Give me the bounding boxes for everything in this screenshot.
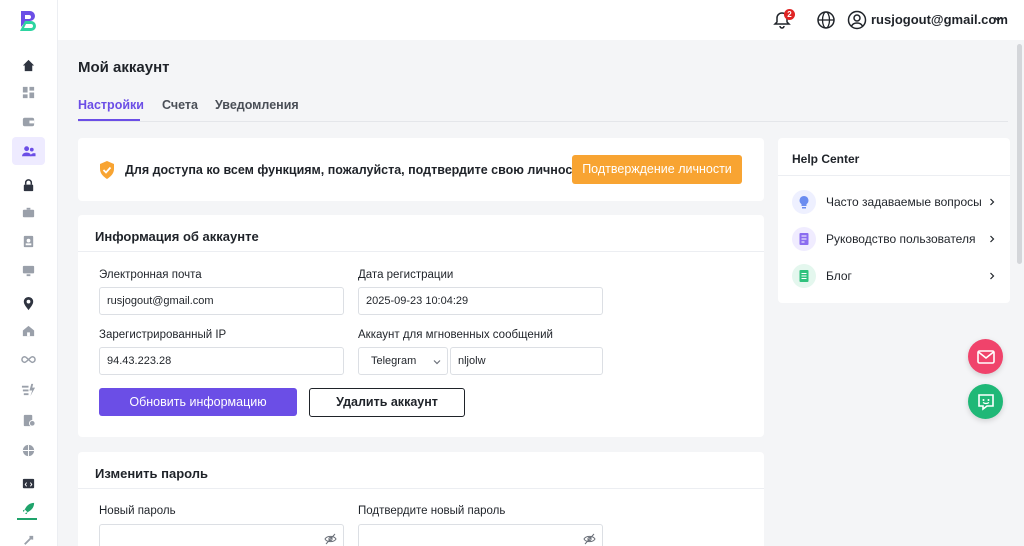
sidebar [0,0,58,546]
messenger-type-select[interactable]: Telegram [358,347,448,375]
messenger-label: Аккаунт для мгновенных сообщений [358,329,553,341]
help-item-blog[interactable]: Блог [792,264,996,288]
brand-logo[interactable] [16,9,40,33]
monitor-icon[interactable] [20,262,36,278]
email-label: Электронная почта [99,269,202,281]
help-item-label: Часто задаваемые вопросы [826,195,982,209]
new-password-field[interactable] [99,524,344,546]
extra-nav-icon[interactable] [20,532,36,546]
help-item-user-guide[interactable]: Руководство пользователя [792,227,996,251]
users-icon[interactable] [20,143,36,159]
lock-icon[interactable] [20,177,36,193]
contact-card-icon[interactable] [20,233,36,249]
identity-verification-banner: Для доступа ко всем функциям, пожалуйста… [78,138,764,201]
language-globe-icon[interactable] [816,10,836,30]
home-icon[interactable] [20,57,36,73]
notification-badge: 2 [784,9,795,20]
lightbulb-icon [792,190,816,214]
guide-book-icon [792,227,816,251]
new-password-label: Новый пароль [99,505,176,517]
live-chat-button[interactable] [968,384,1003,419]
rocket-icon[interactable] [20,500,36,516]
chevron-right-icon [990,198,995,206]
mail-icon [976,349,995,364]
messenger-type-value: Telegram [371,355,417,367]
account-info-card: Информация об аккаунте Электронная почта… [78,215,764,437]
divider [78,488,764,489]
confirm-password-label: Подтвердите новый пароль [358,505,506,517]
shield-check-icon [100,161,114,179]
account-info-title: Информация об аккаунте [95,229,259,244]
scrollbar-thumb[interactable] [1017,44,1022,264]
briefcase-icon[interactable] [20,204,36,220]
chevron-right-icon [990,235,995,243]
divider [778,175,1010,176]
dashboard-icon[interactable] [20,84,36,100]
confirm-password-field[interactable] [358,524,603,546]
user-email-menu[interactable]: rusjogout@gmail.com [871,12,1008,27]
chevron-down-icon [433,360,441,365]
document-icon[interactable] [20,412,36,428]
verify-identity-button[interactable]: Подтверждение личности [572,155,742,184]
globe-grid-icon[interactable] [20,442,36,458]
chevron-right-icon [990,272,995,280]
speed-icon[interactable] [20,381,36,397]
code-window-icon[interactable] [20,475,36,491]
user-avatar-icon[interactable] [847,10,867,30]
help-center-title: Help Center [792,152,860,166]
tab-settings[interactable]: Настройки [78,98,144,112]
eye-off-icon[interactable] [583,533,596,545]
chat-bot-icon [977,393,994,411]
registered-ip-field[interactable]: 94.43.223.28 [99,347,344,375]
blog-icon [792,264,816,288]
registration-date-label: Дата регистрации [358,269,454,281]
chevron-down-icon[interactable] [994,15,1002,23]
messenger-account-field[interactable]: nljolw [450,347,603,375]
help-item-label: Блог [826,269,852,283]
tab-bar: Настройки Счета Уведомления [78,97,1008,122]
wallet-icon[interactable] [20,113,36,129]
help-item-faq[interactable]: Часто задаваемые вопросы [792,190,996,214]
contact-email-button[interactable] [968,339,1003,374]
location-icon[interactable] [20,295,36,311]
email-field[interactable]: rusjogout@gmail.com [99,287,344,315]
tab-invoices[interactable]: Счета [162,98,198,112]
registered-ip-label: Зарегистрированный IP [99,329,227,341]
change-password-title: Изменить пароль [95,466,209,481]
page-title: Мой аккаунт [78,59,170,76]
help-center-card: Help Center Часто задаваемые вопросы Рук… [778,138,1010,303]
change-password-card: Изменить пароль Новый пароль Подтвердите… [78,452,764,546]
top-bar: 2 rusjogout@gmail.com [58,0,1024,40]
house-icon[interactable] [20,322,36,338]
active-tab-indicator [78,119,140,121]
delete-account-button[interactable]: Удалить аккаунт [309,388,465,417]
update-info-button[interactable]: Обновить информацию [99,388,297,416]
divider [78,251,764,252]
registration-date-field[interactable]: 2025-09-23 10:04:29 [358,287,603,315]
help-item-label: Руководство пользователя [826,232,976,246]
sidebar-active-underline [17,518,37,520]
eye-off-icon[interactable] [324,533,337,545]
tab-notifications[interactable]: Уведомления [215,98,299,112]
verification-message: Для доступа ко всем функциям, пожалуйста… [125,163,590,177]
infinity-icon[interactable] [20,351,36,367]
